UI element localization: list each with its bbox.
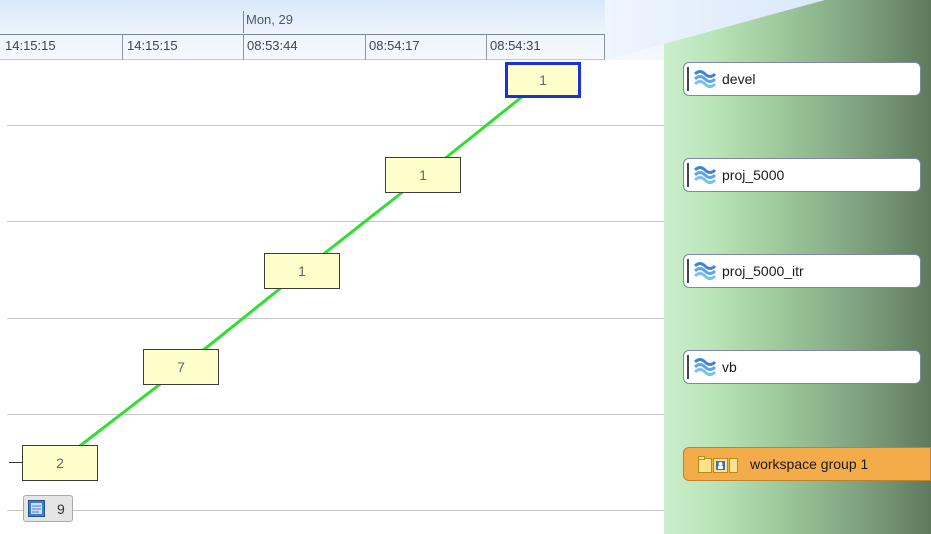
stream-devel[interactable]: devel <box>683 62 921 96</box>
transaction-box[interactable]: 1 <box>264 253 340 289</box>
stream-icon <box>694 70 716 88</box>
transaction-count: 2 <box>56 455 64 471</box>
transaction-count: 1 <box>298 263 306 279</box>
stream-notch <box>687 259 689 283</box>
stream-icon <box>694 166 716 184</box>
transaction-box[interactable]: 7 <box>143 349 219 385</box>
workspace-group-icon <box>698 456 738 473</box>
stream-timeline-view: Mon, 29 14:15:15 14:15:15 08:53:44 08:54… <box>0 0 931 534</box>
transaction-box[interactable]: 1 <box>385 157 461 193</box>
stream-proj-5000-itr[interactable]: proj_5000_itr <box>683 254 921 288</box>
transaction-box[interactable]: 2 <box>22 445 98 481</box>
stream-vb[interactable]: vb <box>683 350 921 384</box>
transaction-box-selected[interactable]: 1 <box>505 62 581 98</box>
stream-name: proj_5000_itr <box>722 263 804 279</box>
stream-notch <box>687 355 689 379</box>
workspace-group-name: workspace group 1 <box>750 456 869 472</box>
stream-name: proj_5000 <box>722 167 785 183</box>
overflow-count: 9 <box>57 501 65 517</box>
stream-notch <box>687 163 689 187</box>
stream-notch <box>687 67 689 91</box>
workspace-group[interactable]: workspace group 1 <box>683 447 931 481</box>
transaction-count: 7 <box>177 359 185 375</box>
transaction-count: 1 <box>419 167 427 183</box>
stream-name: devel <box>722 71 756 87</box>
stream-icon <box>694 358 716 376</box>
stream-name: vb <box>722 359 737 375</box>
stream-proj-5000[interactable]: proj_5000 <box>683 158 921 192</box>
transaction-count: 1 <box>539 72 547 88</box>
stream-icon <box>694 262 716 280</box>
overflow-count-badge[interactable]: 9 <box>23 495 73 522</box>
document-icon <box>28 500 45 517</box>
lane-entry-stub <box>9 462 23 463</box>
